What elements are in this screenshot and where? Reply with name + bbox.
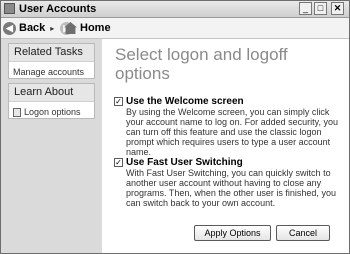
related-tasks-header: Related Tasks (9, 44, 94, 62)
navigation-toolbar: ◀ Back ▸ ▶ Home (1, 18, 349, 39)
window-title: User Accounts (19, 3, 97, 15)
user-accounts-window: User Accounts _ □ ✕ ◀ Back ▸ ▶ Home Rela… (0, 0, 350, 254)
fast-user-switching-checkbox[interactable]: ✓ (114, 158, 123, 167)
user-accounts-icon (4, 3, 15, 14)
close-button[interactable]: ✕ (331, 2, 344, 15)
fast-user-switching-title[interactable]: Use Fast User Switching (126, 157, 243, 168)
welcome-screen-title[interactable]: Use the Welcome screen (126, 96, 244, 107)
help-topic-icon (13, 107, 21, 117)
home-button[interactable]: Home (64, 20, 111, 36)
fast-user-switching-description: With Fast User Switching, you can quickl… (126, 168, 336, 208)
sidebar: Related Tasks Manage accounts Learn Abou… (1, 39, 102, 253)
apply-options-button[interactable]: Apply Options (194, 225, 271, 241)
manage-accounts-link[interactable]: Manage accounts (9, 65, 94, 79)
maximize-button[interactable]: □ (314, 2, 327, 15)
welcome-screen-description: By using the Welcome screen, you can sim… (126, 107, 338, 157)
back-arrow-icon: ◀ (3, 21, 16, 35)
welcome-screen-checkbox[interactable]: ✓ (114, 97, 123, 106)
learn-about-header: Learn About (9, 84, 94, 102)
related-tasks-panel: Related Tasks Manage accounts (8, 43, 95, 79)
chevron-right-icon: ▸ (50, 23, 55, 33)
back-label: Back (19, 22, 46, 34)
page-title: Select logon and logoff options (115, 45, 288, 83)
home-icon (64, 22, 77, 34)
logon-options-link[interactable]: Logon options (9, 105, 94, 119)
back-button[interactable]: ◀ Back ▸ ▶ (3, 20, 74, 36)
main-content: Select logon and logoff options ✓ Use th… (102, 39, 349, 253)
learn-about-panel: Learn About Logon options (8, 83, 95, 119)
title-bar: User Accounts _ □ ✕ (1, 1, 349, 18)
home-label: Home (80, 22, 111, 34)
cancel-button[interactable]: Cancel (276, 225, 330, 241)
minimize-button[interactable]: _ (299, 2, 312, 15)
logon-options-label: Logon options (24, 107, 81, 117)
